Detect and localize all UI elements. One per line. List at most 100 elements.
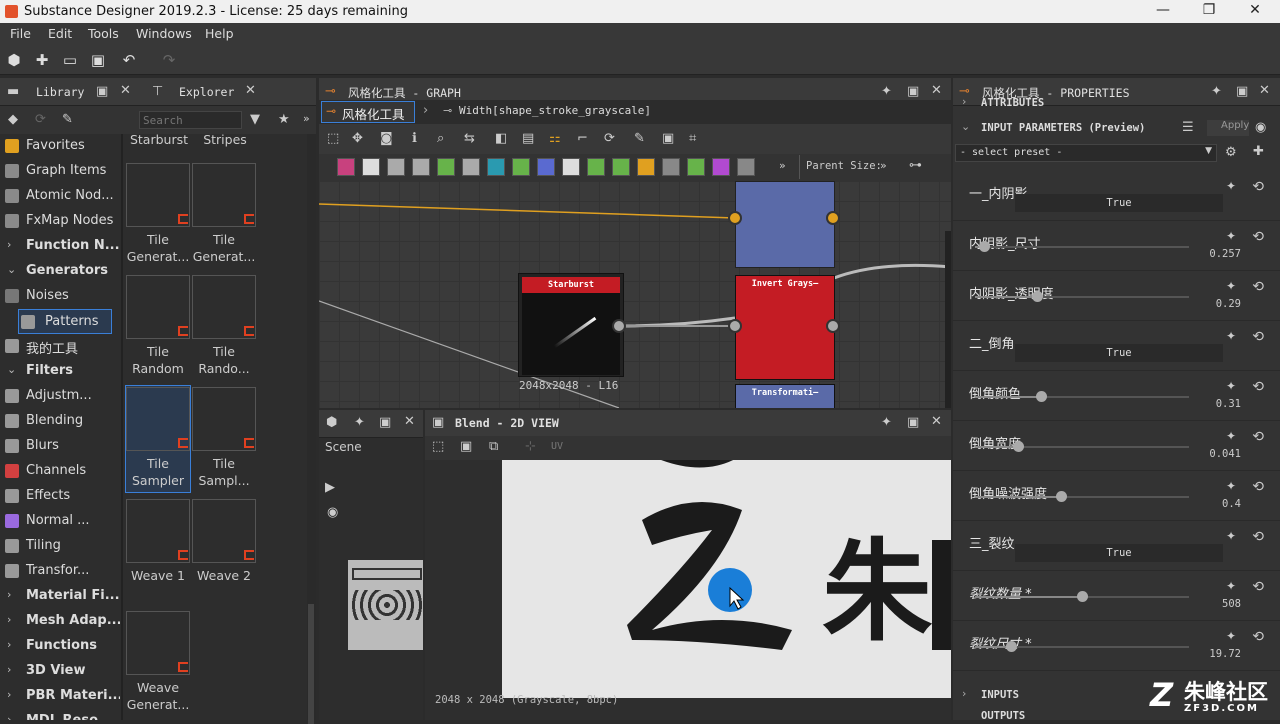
uv-dropdown[interactable]: UV bbox=[551, 441, 563, 452]
library-item-label[interactable]: Weave 2 bbox=[189, 567, 259, 584]
pin-param-icon[interactable]: ✦ bbox=[1226, 629, 1236, 643]
library-scrollbar[interactable] bbox=[307, 134, 316, 724]
new-package-icon[interactable]: ⬢ bbox=[5, 51, 23, 69]
category-9[interactable]: ⌄ Filters bbox=[0, 359, 120, 384]
close-library-icon[interactable]: ✕ bbox=[120, 83, 131, 98]
save-image-icon[interactable]: ▣ bbox=[460, 439, 472, 454]
starburst-node[interactable]: Starburst bbox=[518, 273, 624, 377]
palette-node-icon-11[interactable] bbox=[612, 158, 630, 176]
menu-tools[interactable]: Tools bbox=[88, 26, 119, 41]
category-8[interactable]: 我的工具 bbox=[0, 334, 120, 359]
category-4[interactable]: › Function N... bbox=[0, 234, 120, 259]
category-21[interactable]: › 3D View bbox=[0, 659, 120, 684]
pin-param-icon[interactable]: ✦ bbox=[1226, 529, 1236, 543]
library-item-thumbnail[interactable] bbox=[192, 499, 256, 563]
recompute-icon[interactable]: ⟳ bbox=[604, 131, 615, 146]
open-folder-icon[interactable]: ▭ bbox=[61, 51, 79, 69]
library-item-thumbnail[interactable] bbox=[126, 611, 190, 675]
category-6[interactable]: Noises bbox=[0, 284, 120, 309]
2d-preview-image[interactable]: 朱 bbox=[502, 460, 951, 698]
category-22[interactable]: › PBR Materi... bbox=[0, 684, 120, 709]
restore-icon[interactable]: ❐ bbox=[1199, 2, 1219, 18]
tab-library[interactable]: Library bbox=[36, 85, 84, 99]
param-slider[interactable] bbox=[975, 291, 1189, 302]
expand-arrow-icon[interactable]: › bbox=[7, 613, 11, 626]
slider-knob[interactable] bbox=[1032, 291, 1044, 302]
invert-grayscale-node[interactable]: Invert Grays— bbox=[735, 275, 835, 380]
menu-help[interactable]: Help bbox=[205, 26, 234, 41]
category-20[interactable]: › Functions bbox=[0, 634, 120, 659]
palette-node-icon-1[interactable] bbox=[362, 158, 380, 176]
pin-graph-icon[interactable]: ✦ bbox=[881, 84, 892, 99]
slider-knob[interactable] bbox=[978, 241, 990, 252]
pin-param-icon[interactable]: ✦ bbox=[1226, 379, 1236, 393]
starburst-output-port[interactable] bbox=[612, 319, 626, 333]
new-graph-icon[interactable]: ✚ bbox=[33, 51, 51, 69]
undo-icon[interactable]: ↶ bbox=[120, 51, 138, 69]
reset-param-icon[interactable]: ⟲ bbox=[1252, 379, 1264, 395]
close-scene-icon[interactable]: ✕ bbox=[404, 414, 415, 429]
invert-input-port[interactable] bbox=[728, 319, 742, 333]
library-item-label[interactable]: Tile Random bbox=[124, 343, 193, 377]
expand-arrow-icon[interactable]: › bbox=[7, 238, 11, 251]
blend-output-port[interactable] bbox=[826, 211, 840, 225]
reset-param-icon[interactable]: ⟲ bbox=[1252, 579, 1264, 595]
parent-size-more-icon[interactable]: » bbox=[880, 159, 887, 172]
comment-icon[interactable]: ▤ bbox=[522, 131, 534, 146]
filter-icon[interactable]: ▼ bbox=[250, 112, 260, 127]
slider-knob[interactable] bbox=[1055, 491, 1067, 502]
wrench-icon[interactable]: ✎ bbox=[634, 131, 645, 146]
preset-select[interactable]: - select preset - ▼ bbox=[955, 144, 1217, 162]
link-mode-icon[interactable]: ⊶ bbox=[909, 158, 922, 173]
add-preset-icon[interactable]: ✚ bbox=[1253, 144, 1264, 159]
library-item-label[interactable]: Tile Rando... bbox=[189, 343, 259, 377]
library-item-label[interactable]: Tile Sampler bbox=[124, 455, 193, 489]
pin-param-icon[interactable]: ✦ bbox=[1226, 579, 1236, 593]
preset-settings-icon[interactable]: ⚙ bbox=[1225, 145, 1237, 160]
palette-node-icon-4[interactable] bbox=[437, 158, 455, 176]
pin-param-icon[interactable]: ✦ bbox=[1226, 479, 1236, 493]
pan-icon[interactable]: ✥ bbox=[352, 131, 363, 146]
offscreen-node[interactable] bbox=[945, 231, 951, 408]
breadcrumb-function[interactable]: Width[shape_stroke_grayscale] bbox=[459, 104, 651, 117]
eye-icon[interactable]: ◉ bbox=[1255, 120, 1266, 135]
menu-file[interactable]: File bbox=[10, 26, 31, 41]
breadcrumb-root[interactable]: ⊸ 风格化工具 bbox=[321, 101, 415, 123]
refresh-icon[interactable]: ⟳ bbox=[35, 112, 46, 127]
param-value[interactable]: 0.4 bbox=[1222, 498, 1241, 510]
reset-param-icon[interactable]: ⟲ bbox=[1252, 229, 1264, 245]
crop-icon[interactable]: ⌗ bbox=[689, 131, 696, 146]
info-icon[interactable]: ℹ bbox=[412, 131, 417, 146]
palette-node-icon-6[interactable] bbox=[487, 158, 505, 176]
category-5[interactable]: ⌄ Generators bbox=[0, 259, 120, 284]
reset-param-icon[interactable]: ⟲ bbox=[1252, 179, 1264, 195]
palette-node-icon-9[interactable] bbox=[562, 158, 580, 176]
close-explorer-icon[interactable]: ✕ bbox=[245, 83, 256, 98]
param-value[interactable]: 0.29 bbox=[1216, 298, 1241, 310]
float-graph-icon[interactable]: ▣ bbox=[907, 84, 919, 99]
expand-arrow-icon[interactable]: › bbox=[7, 638, 11, 651]
category-13[interactable]: Channels bbox=[0, 459, 120, 484]
zoom-icon[interactable]: ⌕ bbox=[437, 131, 444, 146]
expand-arrow-icon[interactable]: › bbox=[7, 588, 11, 601]
layout-icon[interactable]: ◧ bbox=[495, 131, 507, 146]
library-item-label[interactable]: Tile Generat... bbox=[124, 231, 193, 265]
tile-icon[interactable]: ⊹ bbox=[525, 439, 536, 454]
reset-param-icon[interactable]: ⟲ bbox=[1252, 329, 1264, 345]
minimize-icon[interactable]: — bbox=[1153, 2, 1173, 18]
pin-view-icon[interactable]: ✦ bbox=[881, 415, 892, 430]
category-2[interactable]: Atomic Nod... bbox=[0, 184, 120, 209]
palette-node-icon-15[interactable] bbox=[712, 158, 730, 176]
item-label-starburst[interactable]: Starburst bbox=[124, 134, 194, 148]
pin-param-icon[interactable]: ✦ bbox=[1226, 279, 1236, 293]
light-icon[interactable]: ◉ bbox=[327, 505, 338, 520]
param-value[interactable]: 508 bbox=[1222, 598, 1241, 610]
palette-node-icon-5[interactable] bbox=[462, 158, 480, 176]
reset-param-icon[interactable]: ⟲ bbox=[1252, 429, 1264, 445]
category-17[interactable]: Transfor... bbox=[0, 559, 120, 584]
category-14[interactable]: Effects bbox=[0, 484, 120, 509]
library-item-thumbnail[interactable] bbox=[126, 499, 190, 563]
category-11[interactable]: Blending bbox=[0, 409, 120, 434]
palette-node-icon-14[interactable] bbox=[687, 158, 705, 176]
float-panel-icon[interactable]: ▣ bbox=[96, 84, 108, 99]
